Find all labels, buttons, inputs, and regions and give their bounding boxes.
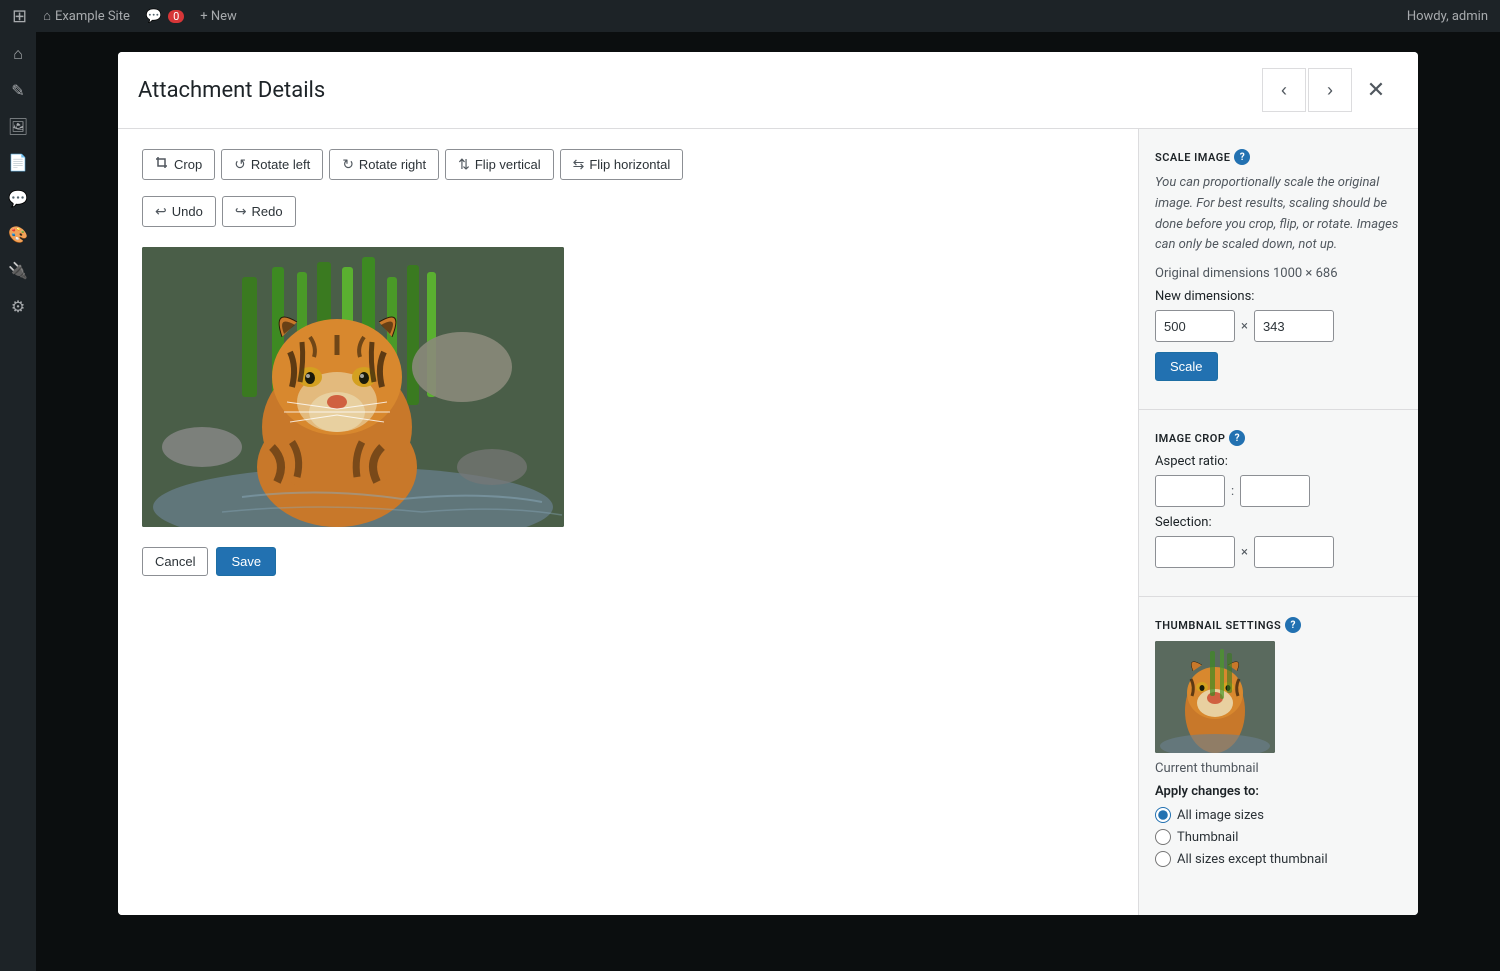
right-panel: SCALE IMAGE ? You can proportionally sca… (1138, 129, 1418, 915)
comment-count: 0 (168, 10, 184, 23)
new-content-link[interactable]: + New (200, 9, 237, 24)
thumbnail-settings-help-icon[interactable]: ? (1285, 617, 1301, 633)
rotate-right-button[interactable]: ↻ Rotate right (329, 149, 439, 180)
selection-separator: × (1241, 545, 1248, 560)
scale-height-input[interactable] (1254, 310, 1334, 342)
radio-all-except-input[interactable] (1155, 851, 1171, 867)
next-attachment-button[interactable]: › (1308, 68, 1352, 112)
current-thumbnail-label: Current thumbnail (1155, 761, 1402, 776)
rotate-right-icon: ↻ (342, 156, 354, 173)
modal-body: Crop ↺ Rotate left ↻ Rotate right ⇅ Flip… (118, 129, 1418, 915)
thumbnail-settings-section: THUMBNAIL SETTINGS ? (1155, 617, 1402, 867)
scale-separator: × (1241, 319, 1248, 334)
original-dimensions: Original dimensions 1000 × 686 (1155, 266, 1402, 281)
image-crop-title: IMAGE CROP ? (1155, 430, 1402, 446)
apply-changes-label: Apply changes to: (1155, 784, 1402, 799)
home-icon: ⌂ (43, 8, 51, 24)
wp-logo: ⊞ (12, 6, 27, 27)
section-divider-2 (1139, 596, 1418, 597)
modal-overlay: Attachment Details ‹ › ✕ (36, 32, 1500, 971)
selection-width-input[interactable] (1155, 536, 1235, 568)
crop-button[interactable]: Crop (142, 149, 215, 180)
edit-toolbar: Crop ↺ Rotate left ↻ Rotate right ⇅ Flip… (142, 149, 1114, 180)
flip-horizontal-icon: ⇆ (573, 156, 585, 173)
sidebar-icon-dashboard[interactable]: ⌂ (4, 40, 32, 68)
crop-icon (155, 156, 169, 173)
edit-area: Crop ↺ Rotate left ↻ Rotate right ⇅ Flip… (118, 129, 1138, 915)
aspect-ratio-label: Aspect ratio: (1155, 454, 1402, 469)
admin-bar: ⊞ ⌂ Example Site 💬 0 + New Howdy, admin (0, 0, 1500, 32)
modal-navigation: ‹ › ✕ (1262, 68, 1398, 112)
howdy-text: Howdy, admin (1407, 9, 1488, 24)
edit-actions: Cancel Save (142, 547, 1114, 576)
site-name: Example Site (55, 9, 130, 24)
wp-sidebar: ⌂ ✎ 🖼 📄 💬 🎨 🔌 ⚙ (0, 32, 36, 971)
section-divider-1 (1139, 409, 1418, 410)
rotate-left-icon: ↺ (234, 156, 246, 173)
comments-link[interactable]: 💬 0 (146, 9, 184, 24)
undo-icon: ↩ (155, 203, 167, 220)
rotate-left-label: Rotate left (251, 157, 310, 172)
rotate-right-label: Rotate right (359, 157, 426, 172)
scale-image-help-icon[interactable]: ? (1234, 149, 1250, 165)
redo-label: Redo (252, 204, 283, 219)
image-preview (142, 247, 564, 527)
prev-attachment-button[interactable]: ‹ (1262, 68, 1306, 112)
aspect-separator: : (1231, 484, 1234, 499)
cancel-button[interactable]: Cancel (142, 547, 208, 576)
selection-height-input[interactable] (1254, 536, 1334, 568)
radio-thumbnail-label: Thumbnail (1177, 830, 1238, 845)
edit-toolbar-row2: ↩ Undo ↪ Redo (142, 196, 1114, 227)
scale-button[interactable]: Scale (1155, 352, 1218, 381)
radio-thumbnail[interactable]: Thumbnail (1155, 829, 1402, 845)
scale-image-title: SCALE IMAGE ? (1155, 149, 1402, 165)
comment-icon: 💬 (146, 9, 162, 24)
scale-image-section: SCALE IMAGE ? You can proportionally sca… (1155, 149, 1402, 381)
attachment-details-modal: Attachment Details ‹ › ✕ (118, 52, 1418, 915)
thumbnail-settings-title: THUMBNAIL SETTINGS ? (1155, 617, 1402, 633)
sidebar-icon-appearance[interactable]: 🎨 (4, 220, 32, 248)
modal-title: Attachment Details (138, 78, 325, 103)
undo-label: Undo (172, 204, 203, 219)
flip-horizontal-button[interactable]: ⇆ Flip horizontal (560, 149, 684, 180)
sidebar-icon-plugins[interactable]: 🔌 (4, 256, 32, 284)
radio-all-except-label: All sizes except thumbnail (1177, 852, 1328, 867)
sidebar-icon-media[interactable]: 🖼 (4, 112, 32, 140)
selection-label: Selection: (1155, 515, 1402, 530)
sidebar-icon-comments[interactable]: 💬 (4, 184, 32, 212)
save-button[interactable]: Save (216, 547, 276, 576)
new-dimensions-row: × (1155, 310, 1402, 342)
scale-image-description: You can proportionally scale the origina… (1155, 173, 1402, 256)
close-modal-button[interactable]: ✕ (1354, 68, 1398, 112)
radio-thumbnail-input[interactable] (1155, 829, 1171, 845)
flip-horizontal-label: Flip horizontal (589, 157, 670, 172)
sidebar-icon-pages[interactable]: 📄 (4, 148, 32, 176)
modal-header: Attachment Details ‹ › ✕ (118, 52, 1418, 129)
aspect-ratio-row: : (1155, 475, 1402, 507)
radio-all-sizes[interactable]: All image sizes (1155, 807, 1402, 823)
sidebar-icon-settings[interactable]: ⚙ (4, 292, 32, 320)
flip-vertical-icon: ⇅ (458, 156, 470, 173)
aspect-height-input[interactable] (1240, 475, 1310, 507)
new-dimensions-label: New dimensions: (1155, 289, 1402, 304)
sidebar-icon-posts[interactable]: ✎ (4, 76, 32, 104)
rotate-left-button[interactable]: ↺ Rotate left (221, 149, 323, 180)
new-label: + New (200, 9, 237, 24)
aspect-width-input[interactable] (1155, 475, 1225, 507)
image-crop-section: IMAGE CROP ? Aspect ratio: : Selection: … (1155, 430, 1402, 568)
flip-vertical-label: Flip vertical (475, 157, 541, 172)
flip-vertical-button[interactable]: ⇅ Flip vertical (445, 149, 553, 180)
thumbnail-preview (1155, 641, 1275, 753)
redo-button[interactable]: ↪ Redo (222, 196, 296, 227)
radio-all-sizes-label: All image sizes (1177, 808, 1264, 823)
crop-label: Crop (174, 157, 202, 172)
site-name-link[interactable]: ⌂ Example Site (43, 8, 130, 24)
radio-all-except[interactable]: All sizes except thumbnail (1155, 851, 1402, 867)
selection-row: × (1155, 536, 1402, 568)
radio-all-sizes-input[interactable] (1155, 807, 1171, 823)
redo-icon: ↪ (235, 203, 247, 220)
image-crop-help-icon[interactable]: ? (1229, 430, 1245, 446)
scale-width-input[interactable] (1155, 310, 1235, 342)
undo-button[interactable]: ↩ Undo (142, 196, 216, 227)
